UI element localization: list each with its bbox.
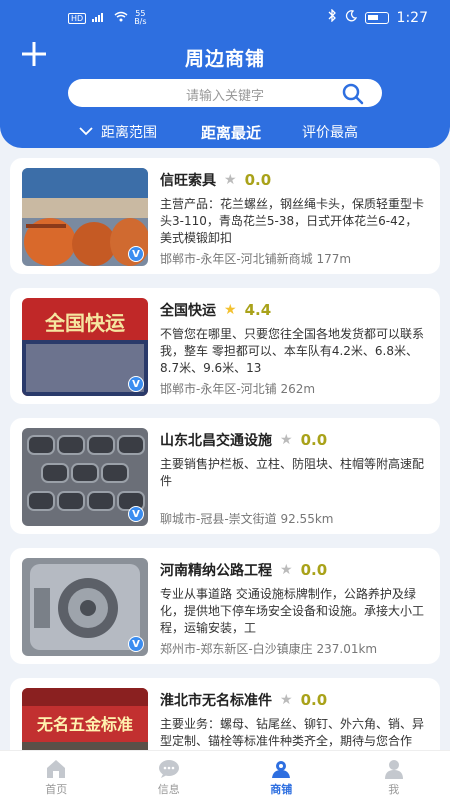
shop-card[interactable]: 无名五金标准 淮北市无名标准件 ★ 0.0 主要业务：螺母、钻尾丝、铆钉、外六角… [10, 678, 440, 750]
tab-label: 首页 [45, 783, 68, 796]
shop-name: 山东北昌交通设施 [160, 433, 272, 449]
tab-label: 信息 [157, 783, 180, 796]
shop-name: 河南精纳公路工程 [160, 563, 272, 579]
shop-list: V 信旺索具 ★ 0.0 主营产品：花兰螺丝，钢丝绳卡头，保质轻重型卡头3-11… [0, 148, 450, 750]
shop-thumbnail: V [22, 168, 148, 266]
chevron-down-icon [79, 124, 93, 140]
shop-location: 聊城市-冠县-崇文街道 92.55km [160, 512, 334, 526]
wifi-icon [114, 11, 128, 25]
shop-icon [225, 759, 338, 779]
filter-distance-range[interactable]: 距离范围 [79, 122, 157, 142]
star-icon: ★ [280, 692, 293, 708]
filter-bar: 距离范围 距离最近 评价最高 [0, 120, 450, 142]
tab-label: 商铺 [270, 783, 293, 796]
tab-me[interactable]: 我 [338, 751, 450, 800]
shop-rating: 0.0 [244, 171, 272, 189]
shop-description: 主营产品：花兰螺丝，钢丝绳卡头，保质轻重型卡头3-110，青岛花兰5-38，日式… [160, 197, 425, 245]
shop-location: 邯郸市-永年区-河北铺 262m [160, 382, 316, 396]
home-icon [0, 759, 113, 779]
shop-description: 专业从事道路 交通设施标牌制作，公路养护及绿化，提供地下停车场安全设备和设施。承… [160, 587, 425, 635]
header-bar: HD 55 B/s 1:27 周边商铺 请输入关键字 距离范围 距离最近 评价最… [0, 0, 450, 148]
bluetooth-icon [327, 8, 337, 26]
shop-location: 郑州市-郑东新区-白沙镇康庄 237.01km [160, 642, 378, 656]
shop-name: 信旺索具 [160, 173, 216, 189]
signal-icon [92, 12, 108, 25]
verified-badge: V [128, 376, 144, 392]
speed-unit: B/s [134, 17, 147, 26]
tab-home[interactable]: 首页 [0, 751, 113, 800]
shop-rating: 0.0 [300, 431, 328, 449]
shop-card[interactable]: V 河南精纳公路工程 ★ 0.0 专业从事道路 交通设施标牌制作，公路养护及绿化… [10, 548, 440, 664]
shop-card[interactable]: V 信旺索具 ★ 0.0 主营产品：花兰螺丝，钢丝绳卡头，保质轻重型卡头3-11… [10, 158, 440, 274]
search-placeholder: 请输入关键字 [185, 89, 264, 104]
search-input[interactable]: 请输入关键字 [68, 79, 382, 107]
shop-rating: 0.0 [300, 561, 328, 579]
moon-icon [345, 9, 357, 26]
shop-description: 主要业务：螺母、钻尾丝、铆钉、外六角、销、异型定制、锚栓等标准件种类齐全，期待与… [160, 717, 425, 748]
filter-top-rated[interactable]: 评价最高 [302, 122, 358, 142]
network-speed: 55 B/s [134, 10, 146, 26]
shop-thumbnail: 全国快运 V [22, 298, 148, 396]
shop-name: 全国快运 [160, 303, 216, 319]
shop-thumbnail: 无名五金标准 [22, 688, 148, 750]
shop-description: 不管您在哪里、只要您往全国各地发货都可以联系我，整车 零担都可以、本车队有4.2… [160, 327, 425, 375]
star-icon: ★ [280, 562, 293, 578]
shop-thumbnail: V [22, 428, 148, 526]
page-title: 周边商铺 [184, 48, 265, 70]
shop-thumbnail: V [22, 558, 148, 656]
shop-location: 邯郸市-永年区-河北铺新商城 177m [160, 252, 352, 266]
shop-description: 主要销售护栏板、立柱、防阻块、柱帽等附高速配件 [160, 457, 425, 488]
star-icon: ★ [280, 432, 293, 448]
tab-shops[interactable]: 商铺 [225, 751, 338, 800]
thumbnail-text: 全国快运 [44, 311, 125, 335]
thumbnail-text: 无名五金标准 [36, 715, 133, 734]
filter-label: 距离范围 [101, 125, 157, 141]
shop-name: 淮北市无名标准件 [160, 693, 272, 709]
user-icon [338, 759, 450, 779]
star-icon: ★ [224, 302, 237, 318]
shop-rating: 0.0 [300, 691, 328, 709]
shop-rating: 4.4 [244, 301, 272, 319]
search-icon[interactable] [342, 83, 364, 105]
filter-nearest[interactable]: 距离最近 [201, 122, 261, 143]
status-bar: HD 55 B/s 1:27 [0, 0, 450, 38]
shop-card[interactable]: V 山东北昌交通设施 ★ 0.0 主要销售护栏板、立柱、防阻块、柱帽等附高速配件… [10, 418, 440, 534]
tab-label: 我 [388, 783, 400, 796]
network-hd-badge: HD [68, 12, 87, 24]
verified-badge: V [128, 506, 144, 522]
bottom-tab-bar: 首页 信息 商铺 我 [0, 750, 450, 800]
verified-badge: V [128, 246, 144, 262]
shop-card[interactable]: 全国快运 V 全国快运 ★ 4.4 不管您在哪里、只要您往全国各地发货都可以联系… [10, 288, 440, 404]
tab-messages[interactable]: 信息 [113, 751, 226, 800]
star-icon: ★ [224, 172, 237, 188]
battery-icon [364, 11, 389, 24]
clock: 1:27 [396, 9, 428, 26]
verified-badge: V [128, 636, 144, 652]
message-icon [113, 759, 226, 779]
